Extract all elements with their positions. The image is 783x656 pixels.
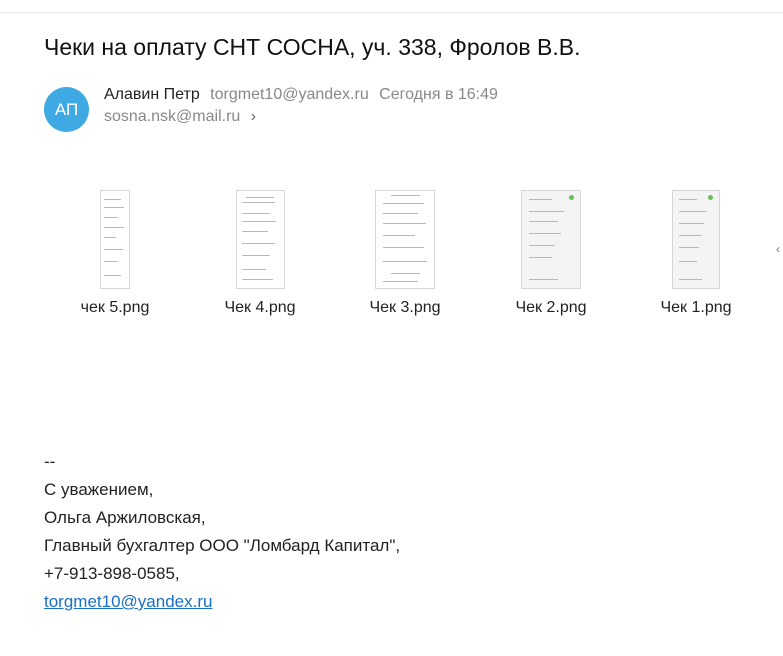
attachments-list: чек 5.png Чек 4.png Чек 3.png Чек 2.png … bbox=[60, 190, 760, 330]
signature-separator: -- bbox=[44, 452, 56, 471]
attachment-item[interactable]: чек 5.png bbox=[60, 190, 170, 317]
chevron-right-icon[interactable]: › bbox=[251, 108, 256, 126]
signature-line: Ольга Аржиловская, bbox=[44, 508, 206, 527]
sender-name[interactable]: Алавин Петр bbox=[104, 86, 200, 103]
email-date: Сегодня в 16:49 bbox=[379, 86, 498, 103]
attachment-name[interactable]: Чек 1.png bbox=[641, 299, 751, 317]
recipient-line[interactable]: sosna.nsk@mail.ru › bbox=[104, 108, 256, 126]
attachment-thumbnail[interactable] bbox=[235, 190, 285, 289]
sender-line: Алавин Петр torgmet10@yandex.ru Сегодня … bbox=[104, 86, 498, 104]
attachment-thumbnail[interactable] bbox=[100, 190, 130, 289]
attachment-thumbnail[interactable] bbox=[672, 190, 720, 289]
attachment-name[interactable]: Чек 4.png bbox=[205, 299, 315, 317]
attachment-item[interactable]: Чек 4.png bbox=[205, 190, 315, 317]
recipient-email[interactable]: sosna.nsk@mail.ru bbox=[104, 108, 240, 125]
email-subject: Чеки на оплату СНТ СОСНА, уч. 338, Фроло… bbox=[44, 34, 581, 60]
top-divider bbox=[0, 12, 783, 13]
email-signature: -- С уважением, Ольга Аржиловская, Главн… bbox=[44, 448, 400, 616]
signature-line: С уважением, bbox=[44, 480, 154, 499]
attachment-name[interactable]: Чек 2.png bbox=[496, 299, 606, 317]
signature-email-link[interactable]: torgmet10@yandex.ru bbox=[44, 592, 212, 611]
signature-line: Главный бухгалтер ООО "Ломбард Капитал", bbox=[44, 536, 401, 555]
sender-email[interactable]: torgmet10@yandex.ru bbox=[210, 86, 369, 103]
chevron-right-icon[interactable]: ‹ bbox=[776, 242, 780, 256]
sender-avatar[interactable]: АП bbox=[44, 87, 89, 132]
attachment-item[interactable]: Чек 1.png bbox=[641, 190, 751, 317]
signature-line: +7-913-898-0585, bbox=[44, 564, 180, 583]
attachment-item[interactable]: Чек 2.png bbox=[496, 190, 606, 317]
attachment-name[interactable]: чек 5.png bbox=[60, 299, 170, 317]
attachment-thumbnail[interactable] bbox=[375, 190, 435, 289]
attachment-item[interactable]: Чек 3.png bbox=[350, 190, 460, 317]
avatar-initials: АП bbox=[54, 99, 79, 119]
attachment-thumbnail[interactable] bbox=[521, 190, 581, 289]
attachment-name[interactable]: Чек 3.png bbox=[350, 299, 460, 317]
